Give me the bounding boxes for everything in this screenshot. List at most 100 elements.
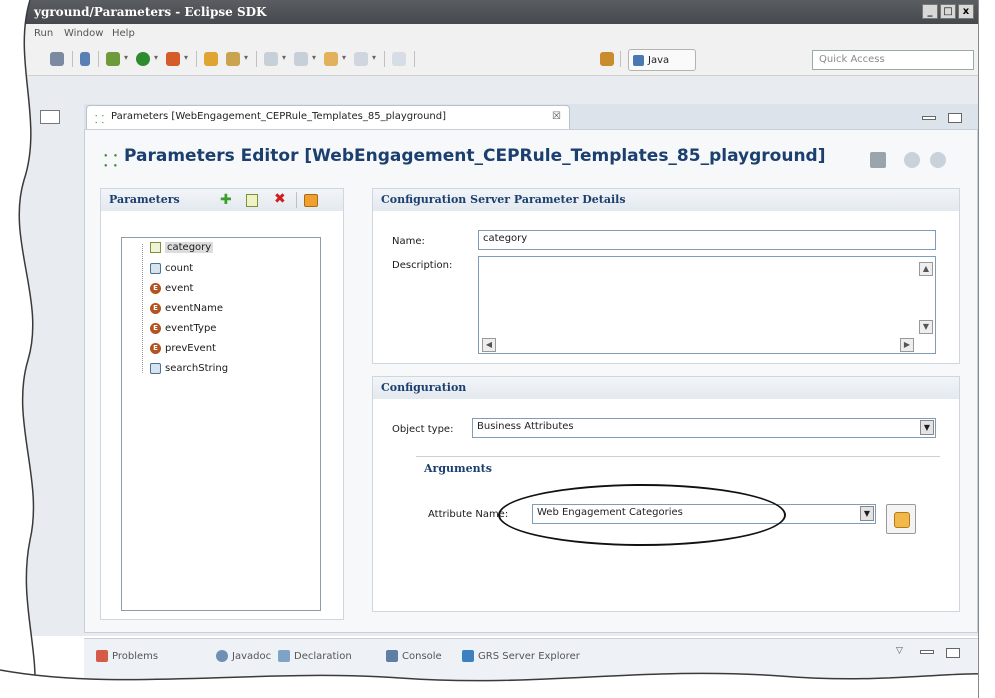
back-icon[interactable] [324,52,338,66]
scroll-right-icon[interactable]: ▶ [900,338,914,352]
menu-help[interactable]: Help [112,28,135,39]
chevron-down-icon[interactable]: ▾ [312,53,316,62]
quick-access-input[interactable]: Quick Access [812,50,974,70]
menu-run[interactable]: Run [34,28,53,39]
debug-icon[interactable] [106,52,120,66]
run-icon[interactable] [136,52,150,66]
arguments-title: Arguments [424,462,492,475]
tab-console[interactable]: Console [386,650,442,662]
maximize-view-icon[interactable] [948,113,962,123]
pin-editor-icon[interactable] [392,52,406,66]
event-icon: E [150,323,161,334]
chevron-down-icon[interactable]: ▾ [124,53,128,62]
tab-declaration[interactable]: Declaration [278,650,352,662]
edit-parameter-icon[interactable] [246,194,258,207]
main-toolbar: ▾ ▾ ▾ ▾ ▾ ▾ ▾ ▾ Java Quick Access [0,44,980,76]
description-field[interactable] [478,256,936,354]
bottom-panel [84,638,978,698]
tab-parameters[interactable]: ⸬ Parameters [WebEngagement_CEPRule_Temp… [86,105,570,129]
name-label: Name: [392,236,425,247]
minimize-view-icon[interactable] [920,650,934,654]
list-item[interactable]: E eventType [150,323,216,334]
list-item[interactable]: count [150,263,193,274]
title-bar: yground/Parameters - Eclipse SDK _ □ x [0,0,980,24]
maximize-button[interactable]: □ [940,4,956,19]
database-icon [150,363,161,374]
next-annotation-icon[interactable] [264,52,278,66]
scroll-left-icon[interactable]: ◀ [482,338,496,352]
chevron-down-icon[interactable]: ▾ [372,53,376,62]
tab-problems-label: Problems [112,650,159,662]
list-item[interactable]: searchString [150,363,228,374]
editor-title: Parameters Editor [WebEngagement_CEPRule… [124,146,826,166]
database-icon [150,263,161,274]
view-menu-icon[interactable]: ▽ [896,646,903,656]
redo-icon[interactable] [930,152,946,168]
open-type-icon[interactable] [204,52,218,66]
object-type-value: Business Attributes [477,421,574,432]
save-icon[interactable] [870,152,886,168]
tab-grs-server-explorer[interactable]: GRS Server Explorer [462,650,580,662]
java-icon [633,54,644,66]
object-type-select[interactable]: Business Attributes ▼ [472,418,936,438]
browse-attribute-button[interactable] [886,504,916,534]
close-button[interactable]: x [958,4,974,19]
pointer-icon[interactable] [80,52,90,66]
minimize-view-icon[interactable] [922,116,936,120]
parameters-icon: ⸬ [95,113,105,126]
chevron-down-icon[interactable]: ▾ [184,53,188,62]
import-icon[interactable] [304,194,318,207]
add-icon[interactable]: ✚ [220,192,232,208]
chevron-down-icon[interactable]: ▾ [282,53,286,62]
chevron-down-icon[interactable]: ▾ [342,53,346,62]
toolbar-separator [414,51,415,67]
java-perspective-button[interactable]: Java [628,49,696,71]
arguments-divider [416,456,940,457]
toolbar-separator [196,51,197,67]
toolbar-separator [72,51,73,67]
previous-annotation-icon[interactable] [294,52,308,66]
delete-icon[interactable]: ✖ [274,191,286,207]
external-tools-icon[interactable] [166,52,180,66]
tab-console-label: Console [402,650,442,662]
object-type-label: Object type: [392,424,454,435]
chevron-down-icon[interactable]: ▼ [920,420,934,435]
scroll-up-icon[interactable]: ▲ [919,262,933,276]
event-icon: E [150,343,161,354]
tab-javadoc[interactable]: Javadoc [216,650,271,662]
list-item[interactable]: E prevEvent [150,343,216,354]
list-item[interactable]: E eventName [150,303,223,314]
scroll-down-icon[interactable]: ▼ [919,320,933,334]
open-perspective-icon[interactable] [600,52,614,66]
maximize-view-icon[interactable] [946,648,960,658]
right-edge [978,0,995,698]
restore-view-icon[interactable] [40,110,60,124]
attribute-name-value: Web Engagement Categories [537,507,683,518]
tree-connector [142,244,143,374]
forward-icon[interactable] [354,52,368,66]
close-icon[interactable]: ☒ [552,111,561,122]
name-field[interactable]: category [478,230,936,250]
toolbar-separator [384,51,385,67]
chevron-down-icon[interactable]: ▾ [154,53,158,62]
wrench-icon[interactable] [50,52,64,66]
tab-problems[interactable]: Problems [96,650,158,662]
window-controls: _ □ x [922,4,974,19]
attribute-name-label: Attribute Name: [428,509,509,520]
minimize-button[interactable]: _ [922,4,938,19]
list-item[interactable]: E event [150,283,193,294]
problems-icon [96,650,108,662]
toolbar-separator [296,192,297,208]
javadoc-icon [216,650,228,662]
chevron-down-icon[interactable]: ▾ [244,53,248,62]
menu-window[interactable]: Window [64,28,103,39]
attribute-name-select[interactable]: Web Engagement Categories ▼ [532,504,876,524]
list-item[interactable]: category [150,242,214,253]
tab-label: Parameters [WebEngagement_CEPRule_Templa… [111,111,447,122]
description-label: Description: [392,260,453,271]
pencil-icon[interactable] [226,52,240,66]
toolbar-separator [256,51,257,67]
chevron-down-icon[interactable]: ▼ [860,506,874,521]
tab-declaration-label: Declaration [294,650,352,662]
undo-icon[interactable] [904,152,920,168]
